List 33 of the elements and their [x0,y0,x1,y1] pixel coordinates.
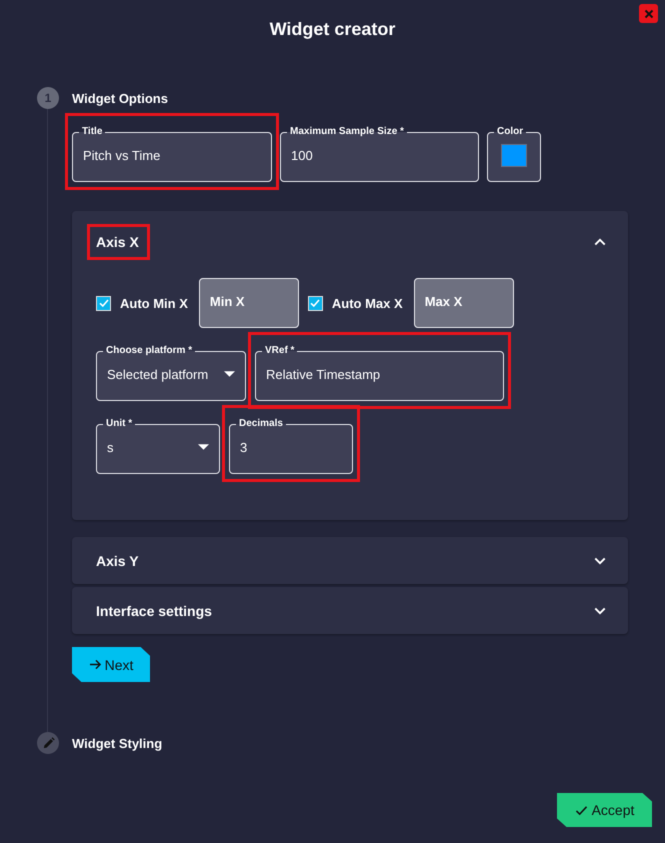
section-title[interactable]: Axis X [96,234,139,250]
checkbox-label[interactable]: Auto Max X [332,296,403,310]
check-icon [574,804,588,816]
section-title[interactable]: Interface settings [96,602,212,618]
chevron-down-icon[interactable] [594,606,606,614]
caret-icon [198,444,209,450]
caret-icon [224,370,235,376]
input-field[interactable]: Maximum Sample Size * 100 [280,126,479,182]
next-button[interactable]: Next [72,647,150,682]
close-button[interactable] [639,4,658,23]
section-title[interactable]: Axis Y [96,552,139,568]
arrow-right-icon [88,659,102,670]
color-swatch[interactable] [501,144,527,167]
step-label[interactable]: Widget Options [72,90,168,106]
input-field[interactable]: Decimals 3 [229,418,353,474]
input-field[interactable]: VRef * Relative Timestamp [255,345,504,401]
pencil-icon [42,736,54,750]
dropdown[interactable]: Choose platform * Selected platform [96,345,246,401]
input-field[interactable]: Title Pitch vs Time [72,126,272,182]
check-icon [98,297,110,309]
color-field[interactable]: Color [487,126,541,182]
step-number: 1 [37,87,59,109]
check-icon [309,297,322,309]
chevron-down-icon[interactable] [594,556,606,564]
close-icon [644,8,654,18]
checkbox-label[interactable]: Auto Min X [120,296,188,310]
step-label[interactable]: Widget Styling [72,736,162,750]
checkbox[interactable] [96,296,111,310]
checkbox[interactable] [308,296,323,310]
chevron-up-icon[interactable] [594,238,606,246]
dropdown[interactable]: Unit * s [96,418,220,474]
accept-button[interactable]: Accept [557,793,652,827]
dialog-title: Widget creator [270,18,396,40]
